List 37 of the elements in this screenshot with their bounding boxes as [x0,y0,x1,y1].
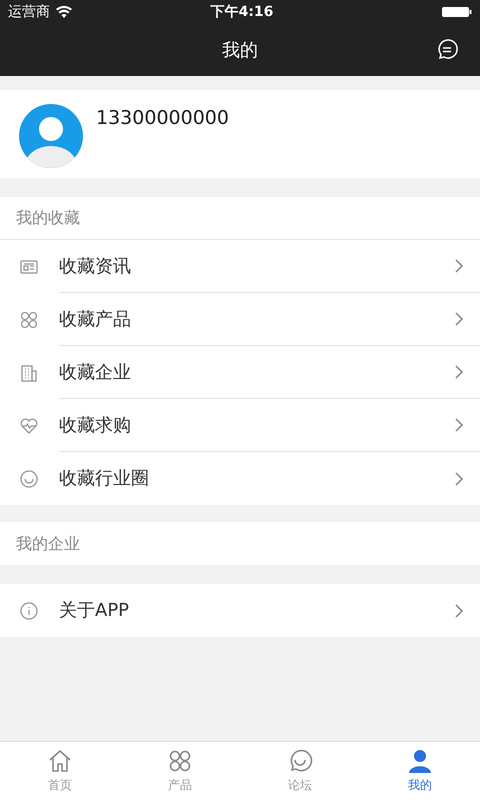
chevron-right-icon [454,470,464,486]
page-title: 我的 [222,38,258,62]
battery-icon [442,6,472,18]
carrier-label: 运营商 [8,2,50,22]
menu-item-label: 收藏资讯 [59,254,132,278]
info-icon [19,600,39,620]
menu-item[interactable]: 关于APP [0,584,480,637]
chevron-right-icon [454,364,464,380]
chevron-right-icon [454,311,464,327]
four-circles-icon [167,748,193,774]
menu-item[interactable]: 收藏求购 [0,399,480,452]
section-header: 我的收藏 [0,197,480,240]
profile-card[interactable]: 13300000000 [0,90,480,178]
menu-item-label: 收藏企业 [59,360,132,384]
message-bubble-icon[interactable] [436,39,458,61]
heartbeat-icon [19,416,39,436]
phone-number: 13300000000 [96,106,229,131]
tab[interactable]: 我的 [360,742,480,800]
chevron-right-icon [454,602,464,618]
menu-item-label: 关于APP [59,599,130,623]
menu-item[interactable]: 收藏企业 [0,346,480,399]
menu-item[interactable]: 收藏产品 [0,293,480,346]
menu-item-label: 收藏求购 [59,414,132,438]
menu-item[interactable]: 收藏行业圈 [0,452,480,505]
home-icon [47,748,73,774]
chevron-right-icon [454,417,464,433]
time-label: 下午4:16 [210,2,274,22]
menu-item[interactable]: 收藏资讯 [0,240,480,293]
four-circles-icon [19,310,39,330]
building-icon [19,362,39,382]
menu-item-label: 收藏行业圈 [59,467,150,491]
menu-item-label: 收藏产品 [59,308,132,332]
smiley-icon [19,468,39,488]
section-header: 我的企业 [0,522,480,565]
wifi-icon [56,6,72,18]
chevron-right-icon [454,258,464,274]
user-icon [407,748,433,774]
